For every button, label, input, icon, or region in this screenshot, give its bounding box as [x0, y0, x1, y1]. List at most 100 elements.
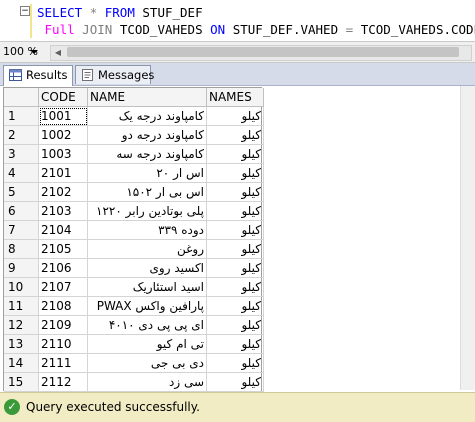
cell-name[interactable]: کامپاوند درجه سه: [87, 144, 207, 164]
table-row[interactable]: 11 2108 پارافین واکس PWAX کیلو: [4, 296, 264, 316]
row-number[interactable]: 8: [4, 239, 39, 259]
cell-code[interactable]: 2103: [38, 201, 88, 221]
table-row[interactable]: 14 2111 دی بی جی کیلو: [4, 353, 264, 373]
cell-code[interactable]: 2101: [38, 163, 88, 183]
cell-code[interactable]: 2105: [38, 239, 88, 259]
table-row[interactable]: 15 2112 سی زد کیلو: [4, 372, 264, 392]
cell-code[interactable]: 1002: [38, 125, 88, 145]
table-row[interactable]: 12 2109 ای پی پی دی ۴۰۱۰ کیلو: [4, 315, 264, 335]
table-row[interactable]: 4 2101 اس ار ۲۰ کیلو: [4, 163, 264, 183]
cell-names[interactable]: کیلو: [206, 334, 264, 354]
cell-code[interactable]: 2108: [38, 296, 88, 316]
row-number[interactable]: 11: [4, 296, 39, 316]
query-line-2[interactable]: Full JOIN TCOD_VAHEDS ON STUF_DEF.VAHED …: [37, 22, 475, 37]
table-row[interactable]: 7 2104 دوده ۳۳۹ کیلو: [4, 220, 264, 240]
table-row[interactable]: 9 2106 اکسید روی کیلو: [4, 258, 264, 278]
cell-name[interactable]: پارافین واکس PWAX: [87, 296, 207, 316]
cell-name[interactable]: دی بی جی: [87, 353, 207, 373]
messages-icon: [82, 69, 93, 81]
row-number[interactable]: 13: [4, 334, 39, 354]
cell-names[interactable]: کیلو: [206, 372, 264, 392]
query-editor[interactable]: − SELECT * FROM STUF_DEF Full JOIN TCOD_…: [0, 0, 475, 42]
row-number[interactable]: 12: [4, 315, 39, 335]
row-number[interactable]: 3: [4, 144, 39, 164]
cell-names[interactable]: کیلو: [206, 353, 264, 373]
cell-code[interactable]: 2107: [38, 277, 88, 297]
cell-code[interactable]: 2112: [38, 372, 88, 392]
row-number[interactable]: 5: [4, 182, 39, 202]
editor-horizontal-scrollbar[interactable]: ◀: [50, 45, 472, 61]
cell-code[interactable]: 2111: [38, 353, 88, 373]
cell-name[interactable]: اکسید روی: [87, 258, 207, 278]
cell-name[interactable]: پلی بوتادین رابر ۱۲۲۰: [87, 201, 207, 221]
cell-names[interactable]: کیلو: [206, 144, 264, 164]
cell-code[interactable]: 1001: [38, 106, 88, 126]
collapse-toggle-icon[interactable]: −: [20, 6, 30, 16]
grid-vertical-scrollbar[interactable]: [460, 86, 475, 390]
cell-names[interactable]: کیلو: [206, 258, 264, 278]
tab-results-label: Results: [26, 68, 68, 82]
row-number[interactable]: 14: [4, 353, 39, 373]
cell-names[interactable]: کیلو: [206, 239, 264, 259]
cell-name[interactable]: اسید استئاریک: [87, 277, 207, 297]
column-header-names[interactable]: NAMES: [206, 88, 264, 107]
cell-name[interactable]: اس ار ۲۰: [87, 163, 207, 183]
zoom-bar: 100 % ◀: [0, 42, 475, 63]
tab-results[interactable]: Results: [3, 65, 73, 86]
grid-body: 1 1001 کامپاوند درجه یک کیلو 2 1002 کامپاوند د…: [4, 106, 264, 392]
row-number[interactable]: 7: [4, 220, 39, 240]
cell-names[interactable]: کیلو: [206, 125, 264, 145]
table-row[interactable]: 3 1003 کامپاوند درجه سه کیلو: [4, 144, 264, 164]
cell-name[interactable]: ای پی پی دی ۴۰۱۰: [87, 315, 207, 335]
row-number[interactable]: 9: [4, 258, 39, 278]
table-row[interactable]: 8 2105 روغن کیلو: [4, 239, 264, 259]
column-header-code[interactable]: CODE: [38, 88, 88, 107]
cell-names[interactable]: کیلو: [206, 201, 264, 221]
cell-name[interactable]: سی زد: [87, 372, 207, 392]
column-header-name[interactable]: NAME: [87, 88, 207, 107]
cell-code[interactable]: 2102: [38, 182, 88, 202]
results-table[interactable]: CODE NAME NAMES 1 1001 کامپاوند درجه یک کیل…: [4, 88, 264, 392]
cell-name[interactable]: کامپاوند درجه یک: [87, 106, 207, 126]
row-number[interactable]: 10: [4, 277, 39, 297]
table-row[interactable]: 10 2107 اسید استئاریک کیلو: [4, 277, 264, 297]
scroll-left-icon[interactable]: ◀: [51, 46, 65, 60]
zoom-dropdown-icon[interactable]: [30, 50, 38, 54]
cell-code[interactable]: 2106: [38, 258, 88, 278]
cell-name[interactable]: تی ام کیو: [87, 334, 207, 354]
cell-names[interactable]: کیلو: [206, 315, 264, 335]
cell-names[interactable]: کیلو: [206, 277, 264, 297]
cell-code[interactable]: 1003: [38, 144, 88, 164]
table-row[interactable]: 6 2103 پلی بوتادین رابر ۱۲۲۰ کیلو: [4, 201, 264, 221]
cell-name[interactable]: دوده ۳۳۹: [87, 220, 207, 240]
cell-names[interactable]: کیلو: [206, 163, 264, 183]
status-message: Query executed successfully.: [26, 400, 200, 414]
cell-name[interactable]: اس بی ار ۱۵۰۲: [87, 182, 207, 202]
row-number[interactable]: 4: [4, 163, 39, 183]
tab-messages-label: Messages: [98, 68, 155, 82]
row-number[interactable]: 2: [4, 125, 39, 145]
cell-name[interactable]: کامپاوند درجه دو: [87, 125, 207, 145]
scrollbar-thumb[interactable]: [67, 47, 459, 57]
cell-names[interactable]: کیلو: [206, 182, 264, 202]
cell-name[interactable]: روغن: [87, 239, 207, 259]
cell-code[interactable]: 2104: [38, 220, 88, 240]
row-number[interactable]: 1: [4, 106, 39, 126]
status-bar: ✓ Query executed successfully.: [0, 392, 475, 422]
cell-code[interactable]: 2110: [38, 334, 88, 354]
cell-names[interactable]: کیلو: [206, 106, 264, 126]
table-row[interactable]: 5 2102 اس بی ار ۱۵۰۲ کیلو: [4, 182, 264, 202]
cell-code[interactable]: 2109: [38, 315, 88, 335]
query-line-1[interactable]: SELECT * FROM STUF_DEF: [37, 5, 203, 20]
results-tab-strip: Results Messages: [0, 63, 475, 86]
table-row[interactable]: 1 1001 کامپاوند درجه یک کیلو: [4, 106, 264, 126]
cell-names[interactable]: کیلو: [206, 220, 264, 240]
cell-names[interactable]: کیلو: [206, 296, 264, 316]
results-grid[interactable]: CODE NAME NAMES 1 1001 کامپاوند درجه یک کیل…: [0, 86, 475, 392]
table-row[interactable]: 13 2110 تی ام کیو کیلو: [4, 334, 264, 354]
row-number[interactable]: 6: [4, 201, 39, 221]
row-number-header[interactable]: [4, 88, 39, 107]
table-row[interactable]: 2 1002 کامپاوند درجه دو کیلو: [4, 125, 264, 145]
row-number[interactable]: 15: [4, 372, 39, 392]
tab-messages[interactable]: Messages: [75, 65, 155, 84]
